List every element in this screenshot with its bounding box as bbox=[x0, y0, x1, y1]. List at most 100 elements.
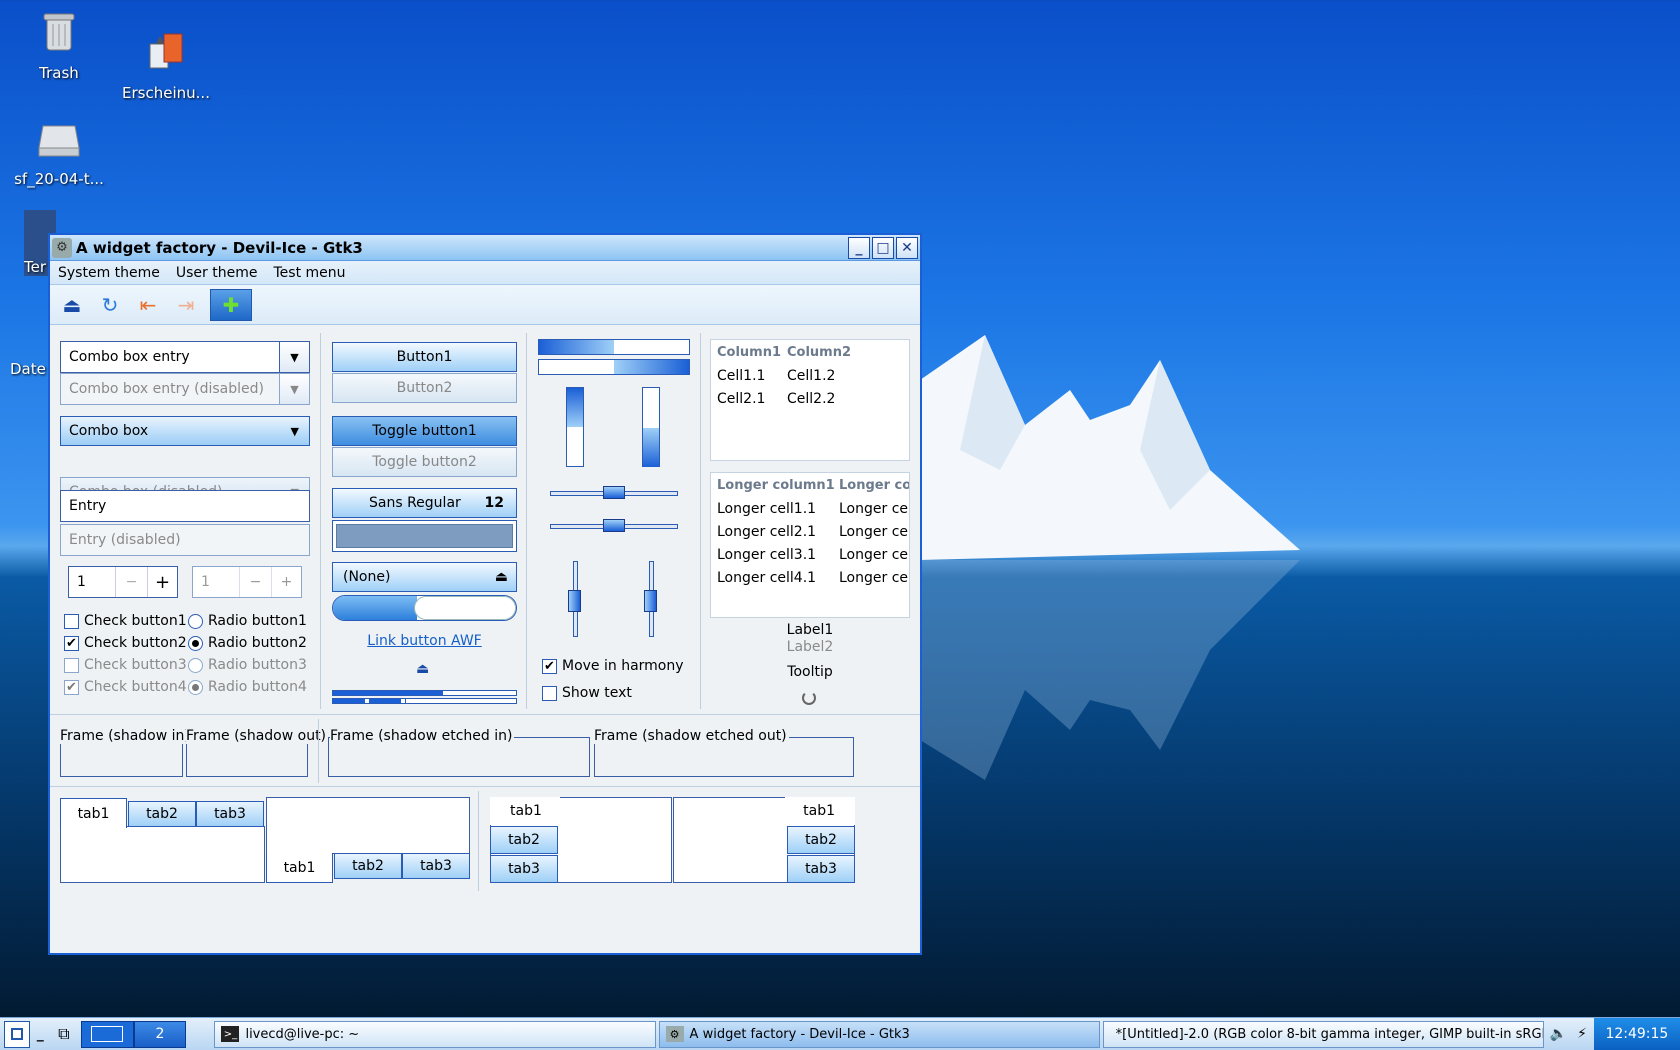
tab-1[interactable]: tab1 bbox=[490, 797, 560, 825]
check-label: Check button1 bbox=[84, 613, 187, 629]
spin-plus-button[interactable]: + bbox=[147, 567, 177, 597]
radio-button-4: Radio button4 bbox=[188, 676, 307, 698]
tab-1[interactable]: tab1 bbox=[266, 853, 333, 883]
tab-2[interactable]: tab2 bbox=[787, 826, 855, 854]
window-switcher-icon[interactable]: ⧉ bbox=[51, 1024, 76, 1044]
tree-cell: Cell2.1 bbox=[717, 390, 766, 407]
workspace-2[interactable]: 2 bbox=[133, 1020, 187, 1048]
tree-row[interactable]: Cell2.1 Cell2.2 bbox=[711, 387, 909, 410]
desktop-icon-drive[interactable]: sf_20-04-t... bbox=[4, 114, 114, 188]
scale-handle[interactable] bbox=[603, 486, 625, 499]
window-titlebar[interactable]: ⚙ A widget factory - Devil-Ice - Gtk3 _ … bbox=[50, 235, 920, 261]
menu-user-theme[interactable]: User theme bbox=[168, 265, 266, 281]
tab-2[interactable]: tab2 bbox=[128, 801, 196, 827]
tab-3[interactable]: tab3 bbox=[490, 855, 558, 883]
desktop-icon-file[interactable]: Date bbox=[10, 360, 50, 378]
check-button-2[interactable]: ✔ Check button2 bbox=[64, 632, 187, 654]
check-label: Check button3 bbox=[84, 657, 187, 673]
column-header[interactable]: Longer column1 bbox=[711, 478, 839, 493]
font-button[interactable]: Sans Regular 12 bbox=[332, 488, 517, 518]
home-icon[interactable]: ⏏ bbox=[416, 661, 429, 677]
scale-handle[interactable] bbox=[568, 590, 581, 612]
tree-row[interactable]: Longer cell3.1 Longer cel bbox=[711, 543, 909, 566]
scale-handle[interactable] bbox=[603, 519, 625, 532]
tab-1[interactable]: tab1 bbox=[60, 798, 127, 828]
workspace-1[interactable] bbox=[80, 1020, 134, 1048]
check-label: Show text bbox=[562, 685, 632, 701]
check-button-1[interactable]: Check button1 bbox=[64, 610, 187, 632]
check-button-4: ✔ Check button4 bbox=[64, 676, 187, 698]
tab-2[interactable]: tab2 bbox=[490, 826, 558, 854]
combo-box-entry[interactable]: Combo box entry ▼ bbox=[60, 341, 310, 373]
toolbar-first-icon[interactable]: ⇤ bbox=[134, 291, 162, 319]
tree-row[interactable]: Longer cell1.1 Longer cel bbox=[711, 497, 909, 520]
minimize-all-icon[interactable]: _ bbox=[30, 1026, 52, 1042]
button-1[interactable]: Button1 bbox=[332, 342, 517, 372]
desktop-icon-appearance[interactable]: Erscheinu... bbox=[111, 28, 221, 102]
toolbar-home-icon[interactable]: ⏏ bbox=[58, 291, 86, 319]
tab-1[interactable]: tab1 bbox=[785, 797, 855, 825]
tree-header[interactable]: Longer column1 Longer co bbox=[711, 473, 909, 497]
tree-row[interactable]: Longer cell2.1 Longer cel bbox=[711, 520, 909, 543]
spin-value[interactable]: 1 bbox=[69, 567, 115, 597]
spin-button[interactable]: 1 − + bbox=[68, 566, 178, 598]
minimize-button[interactable]: _ bbox=[848, 236, 870, 259]
spin-minus-button[interactable]: − bbox=[115, 567, 147, 597]
desktop-icon-trash[interactable]: Trash bbox=[4, 8, 114, 82]
file-chooser-button[interactable]: (None) ⏏ bbox=[332, 562, 517, 592]
switch-knob[interactable] bbox=[413, 596, 516, 620]
column-header[interactable]: Column1 bbox=[711, 345, 787, 360]
radio-button-1[interactable]: Radio button1 bbox=[188, 610, 307, 632]
tab-3[interactable]: tab3 bbox=[196, 801, 264, 827]
menu-test[interactable]: Test menu bbox=[265, 265, 353, 281]
tab-3[interactable]: tab3 bbox=[402, 853, 470, 879]
taskbar-item-widget-factory[interactable]: ⚙ A widget factory - Devil-Ice - Gtk3 bbox=[658, 1020, 1100, 1048]
tree-header[interactable]: Column1 Column2 bbox=[711, 340, 909, 364]
network-icon[interactable]: ⚡ bbox=[1570, 1026, 1594, 1042]
tree-cell: Cell2.2 bbox=[787, 390, 836, 407]
entry-field[interactable]: Entry bbox=[60, 490, 310, 522]
column-header[interactable]: Column2 bbox=[787, 345, 851, 360]
show-text-check[interactable]: Show text bbox=[542, 682, 632, 704]
volume-icon[interactable]: 🔈 bbox=[1547, 1026, 1571, 1042]
scale-handle[interactable] bbox=[644, 590, 657, 612]
check-buttons: Check button1 ✔ Check button2 Check butto… bbox=[64, 610, 187, 698]
show-desktop-icon[interactable] bbox=[4, 1020, 30, 1048]
tab-2[interactable]: tab2 bbox=[334, 853, 402, 879]
toggle-button-1[interactable]: Toggle button1 bbox=[332, 416, 517, 446]
tree-cell: Longer cel bbox=[839, 569, 910, 586]
chevron-down-icon[interactable]: ▼ bbox=[279, 342, 309, 372]
combo-box[interactable]: Combo box ▼ bbox=[60, 416, 310, 446]
tree-row[interactable]: Longer cell4.1 Longer cel bbox=[711, 566, 909, 589]
taskbar-item-terminal[interactable]: >_ livecd@live-pc: ~ bbox=[214, 1020, 656, 1048]
horizontal-scale-1[interactable] bbox=[550, 486, 678, 499]
link-button[interactable]: Link button AWF bbox=[332, 633, 517, 649]
tab-3[interactable]: tab3 bbox=[787, 855, 855, 883]
window-app-icon[interactable]: ⚙ bbox=[52, 237, 72, 258]
maximize-button[interactable]: □ bbox=[872, 236, 894, 259]
toolbar-last-icon[interactable]: ⇥ bbox=[172, 291, 200, 319]
toggle-button-2: Toggle button2 bbox=[332, 447, 517, 477]
tooltip-label[interactable]: Tooltip bbox=[710, 664, 910, 680]
taskbar-item-gimp[interactable]: *[Untitled]-2.0 (RGB color 8-bit gamma i… bbox=[1102, 1020, 1544, 1048]
color-button[interactable] bbox=[332, 520, 517, 552]
menu-system-theme[interactable]: System theme bbox=[50, 265, 168, 281]
tree-view-1[interactable]: Column1 Column2 Cell1.1 Cell1.2 Cell2.1 Ce… bbox=[710, 339, 910, 461]
iceberg-wallpaper bbox=[920, 335, 1300, 560]
vertical-progress-1 bbox=[566, 387, 584, 467]
tree-view-2[interactable]: Longer column1 Longer co Longer cell1.1 L… bbox=[710, 472, 910, 618]
toolbar-refresh-icon[interactable]: ↻ bbox=[96, 291, 124, 319]
clock[interactable]: 12:49:15 bbox=[1593, 1017, 1680, 1050]
font-name: Sans Regular bbox=[369, 495, 461, 511]
entry-text: Entry bbox=[69, 498, 107, 514]
column-header[interactable]: Longer co bbox=[839, 478, 909, 493]
tree-row[interactable]: Cell1.1 Cell1.2 bbox=[711, 364, 909, 387]
vertical-scale-2[interactable] bbox=[644, 561, 657, 637]
vertical-scale-1[interactable] bbox=[568, 561, 581, 637]
horizontal-scale-2[interactable] bbox=[550, 519, 678, 532]
close-button[interactable]: ✕ bbox=[896, 236, 918, 259]
move-in-harmony-check[interactable]: ✔ Move in harmony bbox=[542, 655, 684, 677]
radio-button-2[interactable]: Radio button2 bbox=[188, 632, 307, 654]
toolbar-add-icon[interactable]: ✚ bbox=[210, 288, 252, 321]
switch-toggle[interactable] bbox=[332, 595, 517, 621]
